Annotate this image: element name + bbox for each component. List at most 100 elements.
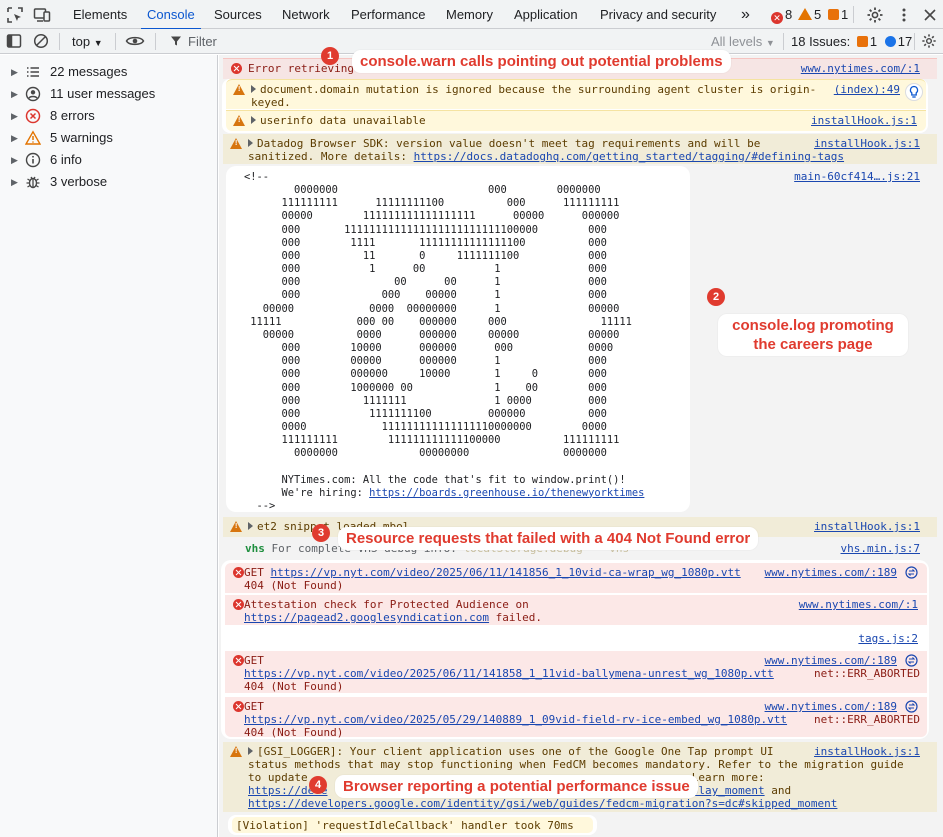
- console-message-log[interactable]: tags.js:2: [225, 627, 927, 649]
- lightbulb-insight-icon[interactable]: [905, 83, 923, 101]
- request-url-link[interactable]: https://vp.nyt.com/video/2025/05/29/1408…: [244, 713, 787, 726]
- console-message-warning[interactable]: userinfo data unavailable installHook.js…: [226, 110, 926, 131]
- source-link[interactable]: installHook.js:1: [814, 520, 920, 533]
- warning-icon: [230, 138, 242, 149]
- careers-link[interactable]: https://boards.greenhouse.io/thenewyorkt…: [369, 487, 644, 499]
- sidebar-item-messages[interactable]: ▶ 22 messages: [0, 61, 218, 83]
- source-link[interactable]: main-60cf414….js:21: [794, 170, 920, 183]
- tab-sources[interactable]: Sources: [212, 0, 264, 29]
- console-message-error[interactable]: GET https://vp.nyt.com/video/2025/06/11/…: [225, 563, 927, 593]
- issue-icon: [828, 9, 839, 20]
- issue-icon: [856, 36, 868, 47]
- more-tabs-button[interactable]: »: [739, 0, 752, 29]
- list-icon: [25, 64, 41, 80]
- error-icon: ✕: [771, 12, 783, 24]
- warning-icon: [233, 115, 245, 126]
- clear-console-icon[interactable]: [33, 33, 51, 51]
- bug-icon: [25, 174, 41, 190]
- tab-console[interactable]: Console: [141, 0, 201, 30]
- datadog-docs-link[interactable]: https://docs.datadoghq.com/getting_start…: [414, 150, 844, 163]
- console-message-violation[interactable]: [Violation] 'requestIdleCallback' handle…: [232, 817, 593, 833]
- error-icon: [233, 599, 244, 610]
- chevron-right-icon: ▶: [11, 155, 18, 165]
- tab-application[interactable]: Application: [512, 0, 580, 29]
- source-link[interactable]: www.nytimes.com/:189: [765, 654, 897, 667]
- context-selector[interactable]: top ▼: [72, 29, 103, 54]
- expand-arrow-icon[interactable]: [248, 747, 253, 755]
- ascii-art-log: <!-- 0000000 000 0000000 111111111 11111…: [226, 166, 690, 512]
- source-link[interactable]: www.nytimes.com/:189: [765, 566, 897, 579]
- divider: [155, 33, 156, 50]
- filter-box: [162, 31, 702, 52]
- divider: [59, 33, 60, 50]
- warning-icon: [233, 84, 245, 95]
- error-count-badge[interactable]: ✕ 8: [771, 0, 792, 29]
- expand-arrow-icon[interactable]: [248, 139, 253, 147]
- expand-arrow-icon[interactable]: [248, 522, 253, 530]
- source-link[interactable]: www.nytimes.com/:1: [801, 62, 920, 75]
- console-message-warning[interactable]: Datadog Browser SDK: version value doesn…: [223, 134, 937, 164]
- user-icon: [25, 86, 41, 102]
- divider: [783, 33, 784, 50]
- fedcm-migration-link[interactable]: https://developers.google.com/identity/g…: [248, 797, 837, 810]
- source-link[interactable]: installHook.js:1: [811, 114, 917, 127]
- chevron-right-icon: ▶: [11, 177, 18, 187]
- tab-performance[interactable]: Performance: [349, 0, 427, 29]
- tab-network[interactable]: Network: [280, 0, 332, 29]
- callout-number-badge: 3: [312, 524, 330, 542]
- warning-icon: [230, 746, 242, 757]
- tab-elements[interactable]: Elements: [71, 0, 129, 29]
- device-toolbar-icon[interactable]: [33, 6, 51, 24]
- callout-number-badge: 2: [707, 288, 725, 306]
- dropdown-arrow-icon: ▼: [93, 38, 103, 48]
- callout-label: console.warn calls pointing out potentia…: [352, 50, 731, 73]
- request-url-link[interactable]: https://vp.nyt.com/video/2025/06/11/1418…: [244, 667, 774, 680]
- chevron-right-icon: ▶: [11, 67, 18, 77]
- network-request-icon[interactable]: [905, 566, 918, 582]
- warning-icon: [230, 521, 242, 532]
- source-link[interactable]: installHook.js:1: [814, 745, 920, 758]
- issues-button[interactable]: 18 Issues: 1 17: [791, 29, 912, 54]
- source-link[interactable]: (index):49: [834, 83, 900, 96]
- error-icon: [233, 655, 244, 666]
- settings-gear-icon[interactable]: [866, 6, 884, 24]
- console-message-error[interactable]: GET https://vp.nyt.com/video/2025/06/11/…: [225, 651, 927, 693]
- devtools-tab-bar: Elements Console Sources Network Perform…: [0, 0, 943, 30]
- googlesyndication-link[interactable]: https://pagead2.googlesyndication.com: [244, 611, 489, 624]
- filter-input[interactable]: [162, 31, 702, 52]
- console-message-warning[interactable]: document.domain mutation is ignored beca…: [226, 79, 926, 109]
- console-settings-gear-icon[interactable]: [921, 33, 939, 51]
- source-link[interactable]: installHook.js:1: [814, 137, 920, 150]
- filter-funnel-icon: [170, 35, 182, 50]
- live-expression-eye-icon[interactable]: [125, 33, 145, 51]
- sidebar-item-verbose[interactable]: ▶ 3 verbose: [0, 171, 218, 193]
- sidebar-item-info[interactable]: ▶ 6 info: [0, 149, 218, 171]
- chevron-right-icon: ▶: [11, 89, 18, 99]
- sidebar-item-warnings[interactable]: ▶ 5 warnings: [0, 127, 218, 149]
- callout-label: Resource requests that failed with a 404…: [338, 527, 759, 550]
- expand-arrow-icon[interactable]: [251, 85, 256, 93]
- source-link[interactable]: www.nytimes.com/:189: [765, 700, 897, 713]
- request-url-link[interactable]: https://vp.nyt.com/video/2025/06/11/1418…: [271, 566, 741, 579]
- sidebar-item-user-messages[interactable]: ▶ 11 user messages: [0, 83, 218, 105]
- sidebar-toggle-icon[interactable]: [6, 33, 24, 51]
- source-link[interactable]: vhs.min.js:7: [841, 542, 920, 555]
- console-message-error[interactable]: Attestation check for Protected Audience…: [225, 595, 927, 625]
- console-message-error[interactable]: GET https://vp.nyt.com/video/2025/05/29/…: [225, 697, 927, 739]
- tab-memory[interactable]: Memory: [444, 0, 495, 29]
- source-link[interactable]: tags.js:2: [858, 632, 918, 645]
- sidebar-item-errors[interactable]: ▶ 8 errors: [0, 105, 218, 127]
- chevron-right-icon: ▶: [11, 111, 18, 121]
- warning-count-badge[interactable]: 5: [798, 0, 821, 29]
- warning-icon: [24, 130, 42, 146]
- close-icon[interactable]: [921, 6, 939, 24]
- inspect-element-icon[interactable]: [6, 6, 24, 24]
- more-options-icon[interactable]: [895, 6, 913, 24]
- tab-privacy-and-security[interactable]: Privacy and security: [598, 0, 718, 29]
- callout-number-badge: 4: [309, 776, 327, 794]
- source-link[interactable]: www.nytimes.com/:1: [799, 598, 918, 611]
- expand-arrow-icon[interactable]: [251, 116, 256, 124]
- error-icon: [231, 63, 242, 74]
- divider: [853, 6, 854, 23]
- issue-count-badge[interactable]: 1: [828, 0, 848, 29]
